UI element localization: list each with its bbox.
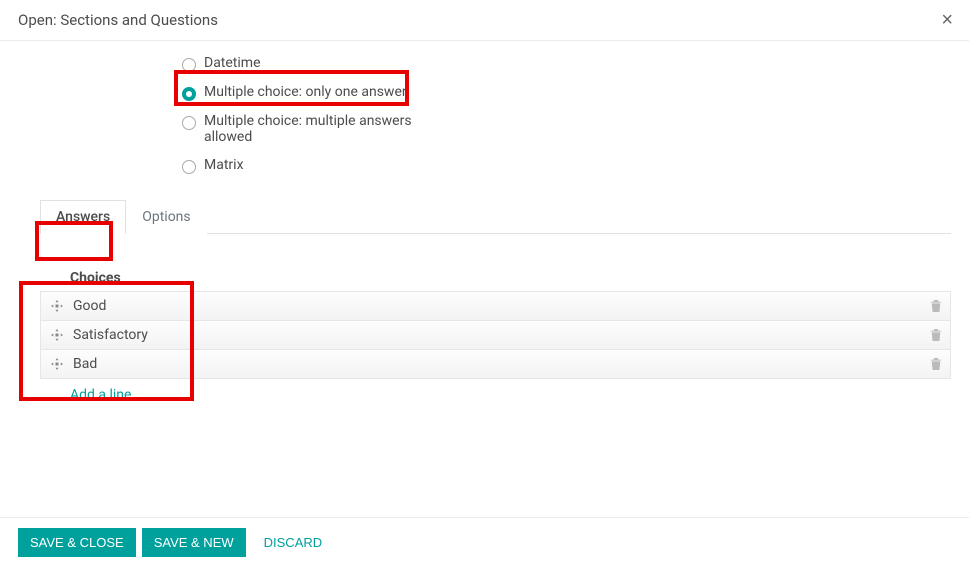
save-new-button[interactable]: Save & New bbox=[142, 528, 246, 557]
radio-label: Datetime bbox=[204, 55, 261, 71]
choice-label: Good bbox=[73, 298, 930, 314]
annotation-highlight bbox=[174, 70, 409, 106]
question-type-radio-group: Datetime Multiple choice: only one answe… bbox=[0, 41, 969, 200]
trash-icon bbox=[930, 357, 942, 371]
discard-button[interactable]: Discard bbox=[252, 528, 335, 557]
choice-label: Bad bbox=[73, 356, 930, 372]
radio-option-mc-multi[interactable]: Multiple choice: multiple answers allowe… bbox=[182, 107, 422, 151]
radio-label: Multiple choice: multiple answers allowe… bbox=[204, 113, 422, 145]
close-icon: × bbox=[941, 9, 953, 31]
radio-icon bbox=[182, 116, 196, 130]
save-close-button[interactable]: Save & Close bbox=[18, 528, 136, 557]
radio-icon bbox=[182, 160, 196, 174]
tabs-bar: Answers Options bbox=[40, 200, 951, 234]
delete-choice-button[interactable] bbox=[930, 328, 942, 342]
modal-footer: Save & Close Save & New Discard bbox=[0, 517, 969, 567]
trash-icon bbox=[930, 328, 942, 342]
modal-header: Open: Sections and Questions × bbox=[0, 0, 969, 41]
close-button[interactable]: × bbox=[941, 10, 953, 30]
modal-body: Datetime Multiple choice: only one answe… bbox=[0, 41, 969, 501]
modal-title: Open: Sections and Questions bbox=[18, 11, 218, 29]
annotation-highlight bbox=[19, 281, 194, 401]
choice-label: Satisfactory bbox=[73, 327, 930, 343]
radio-option-matrix[interactable]: Matrix bbox=[182, 151, 422, 180]
delete-choice-button[interactable] bbox=[930, 299, 942, 313]
tab-options[interactable]: Options bbox=[126, 200, 206, 234]
radio-label: Matrix bbox=[204, 157, 244, 173]
delete-choice-button[interactable] bbox=[930, 357, 942, 371]
trash-icon bbox=[930, 299, 942, 313]
annotation-highlight bbox=[35, 221, 113, 261]
